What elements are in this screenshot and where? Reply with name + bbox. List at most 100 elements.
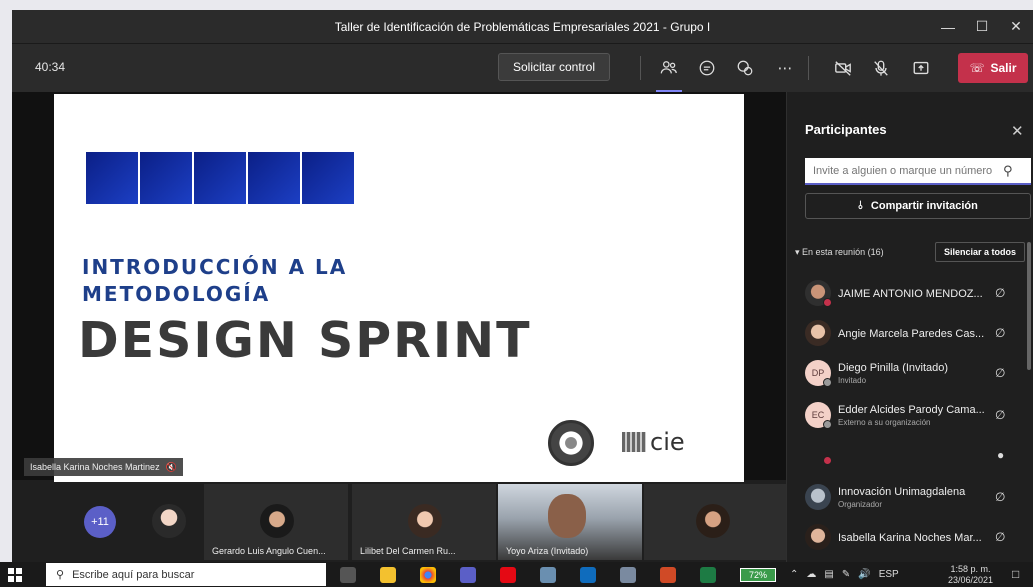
participants-icon[interactable]	[656, 55, 682, 81]
chevron-up-icon[interactable]: ⌃	[790, 569, 798, 580]
cloud-icon[interactable]: ☁	[806, 569, 816, 580]
participant-tile-name: Yoyo Ariza (Invitado)	[506, 546, 589, 556]
search-icon[interactable]: ⚲	[1003, 163, 1013, 179]
netflix-icon[interactable]	[500, 567, 516, 583]
minimize-icon[interactable]: —	[931, 10, 965, 43]
notification-icon[interactable]: □	[1012, 567, 1019, 581]
slide-subtitle-line2: METODOLOGÍA	[82, 282, 271, 306]
participant-item[interactable]: EC Edder Alcides Parody Cama... Externo …	[805, 398, 1025, 434]
language-indicator[interactable]: ESP	[879, 569, 899, 580]
network-icon[interactable]: ▤	[824, 569, 833, 580]
share-tray-icon[interactable]	[908, 55, 934, 81]
video-tile[interactable]: Lilibet Del Carmen Ru...	[352, 484, 496, 560]
participants-panel: Participantes ✕ ⚲ ⫰ Compartir invitación…	[786, 92, 1033, 562]
volume-icon[interactable]: 🔊	[858, 569, 870, 580]
more-participants-badge[interactable]: +11	[84, 506, 116, 538]
participant-tile-name: Gerardo Luis Angulo Cuen...	[212, 546, 326, 556]
app-icon[interactable]	[540, 567, 556, 583]
mic-muted-icon: ∅	[995, 366, 1006, 380]
reactions-icon[interactable]	[732, 55, 758, 81]
app-icon[interactable]	[620, 567, 636, 583]
camera-off-icon[interactable]	[830, 55, 856, 81]
avatar	[408, 504, 442, 538]
chat-icon[interactable]	[694, 55, 720, 81]
clock-date: 23/06/2021	[948, 575, 994, 585]
leave-label: Salir	[990, 61, 1017, 75]
decor-block	[194, 152, 246, 204]
in-meeting-section: ▾ En esta reunión (16) Silenciar a todos	[795, 242, 1025, 262]
participant-item[interactable]: ●	[805, 438, 1025, 474]
participant-role: Invitado	[838, 376, 867, 385]
close-window-icon[interactable]: ✕	[999, 10, 1033, 43]
participant-tile-name: Lilibet Del Carmen Ru...	[360, 546, 456, 556]
university-seal-logo	[548, 420, 594, 466]
decor-block	[302, 152, 354, 204]
leave-button[interactable]: ☏ Salir	[958, 53, 1028, 83]
in-meeting-header[interactable]: ▾ En esta reunión (16)	[795, 247, 884, 258]
avatar	[548, 494, 586, 538]
participant-name: Edder Alcides Parody Cama...	[838, 404, 985, 416]
excel-icon[interactable]	[700, 567, 716, 583]
share-icon: ⫰	[858, 199, 863, 212]
share-invitation-button[interactable]: ⫰ Compartir invitación	[805, 193, 1031, 219]
windows-start-icon[interactable]	[8, 568, 22, 582]
mute-all-button[interactable]: Silenciar a todos	[934, 242, 1025, 262]
video-tile-overflow[interactable]: +11	[66, 484, 204, 560]
teams-icon[interactable]	[460, 567, 476, 583]
phone-hangup-icon: ☏	[969, 61, 985, 75]
participant-item[interactable]: JAIME ANTONIO MENDOZ... ∅	[805, 276, 1025, 312]
video-tile[interactable]: Gerardo Luis Angulo Cuen...	[204, 484, 348, 560]
chevron-down-icon: ▾	[795, 246, 803, 257]
participant-item[interactable]: Angie Marcela Paredes Cas... ∅	[805, 316, 1025, 352]
chrome-icon[interactable]	[420, 567, 436, 583]
outlook-icon[interactable]	[580, 567, 596, 583]
cie-logo-mark	[622, 432, 646, 452]
participant-item[interactable]: Isabella Karina Noches Mar... ∅	[805, 520, 1025, 556]
video-tile[interactable]	[644, 484, 786, 560]
mic-muted-icon: 🔇	[165, 461, 177, 472]
participant-name: JAIME ANTONIO MENDOZ...	[838, 288, 983, 300]
file-explorer-icon[interactable]	[380, 567, 396, 583]
panel-scrollbar[interactable]	[1027, 242, 1031, 370]
participant-name: Diego Pinilla (Invitado)	[838, 362, 949, 374]
search-icon: ⚲	[56, 569, 65, 581]
avatar	[696, 504, 730, 538]
participant-item[interactable]: DP Diego Pinilla (Invitado) Invitado ∅	[805, 356, 1025, 392]
slide-subtitle: INTRODUCCIÓN A LA METODOLOGÍA	[82, 254, 347, 308]
mic-off-icon[interactable]	[868, 55, 894, 81]
mic-muted-icon: ∅	[995, 408, 1006, 422]
decor-block	[140, 152, 192, 204]
slide-subtitle-line1: INTRODUCCIÓN A LA	[82, 255, 348, 279]
taskbar-search[interactable]: ⚲ Escribe aquí para buscar	[46, 563, 326, 586]
invite-search: ⚲	[805, 158, 1031, 185]
windows-taskbar: ⚲ Escribe aquí para buscar 72% ⌃ ☁ ▤ ✎ 🔊…	[0, 562, 1033, 587]
mic-muted-icon: ∅	[995, 326, 1006, 340]
participant-role: Organizador	[838, 500, 883, 509]
more-icon[interactable]: ⋯	[772, 55, 798, 81]
battery-indicator[interactable]: 72%	[740, 568, 776, 582]
clock-time: 1:58 p. m.	[950, 564, 991, 574]
slide-title: DESIGN SPRINT	[78, 312, 532, 369]
avatar	[805, 524, 831, 550]
pen-icon[interactable]: ✎	[842, 569, 850, 580]
avatar	[805, 484, 831, 510]
meeting-timer: 40:34	[35, 60, 66, 74]
close-icon[interactable]: ✕	[1011, 122, 1024, 140]
invite-search-input[interactable]	[813, 164, 1003, 177]
participant-item[interactable]: Innovación Unimagdalena Organizador ∅	[805, 480, 1025, 516]
status-badge	[823, 298, 832, 307]
task-view-icon[interactable]	[340, 567, 356, 583]
shared-screen-stage: INTRODUCCIÓN A LA METODOLOGÍA DESIGN SPR…	[12, 92, 786, 482]
powerpoint-icon[interactable]	[660, 567, 676, 583]
presenter-name: Isabella Karina Noches Martinez	[30, 462, 160, 472]
taskbar-clock[interactable]: 1:58 p. m. 23/06/2021	[948, 564, 993, 586]
status-badge	[823, 456, 832, 465]
mic-muted-icon: ∅	[995, 530, 1006, 544]
participant-name: Isabella Karina Noches Mar...	[838, 532, 982, 544]
mic-icon: ●	[997, 448, 1005, 462]
request-control-button[interactable]: Solicitar control	[498, 53, 610, 81]
video-tile-active-camera[interactable]: Yoyo Ariza (Invitado)	[498, 484, 642, 560]
maximize-icon[interactable]: ☐	[965, 10, 999, 43]
participant-name: Angie Marcela Paredes Cas...	[838, 328, 985, 340]
participant-role: Externo a su organización	[838, 418, 931, 427]
